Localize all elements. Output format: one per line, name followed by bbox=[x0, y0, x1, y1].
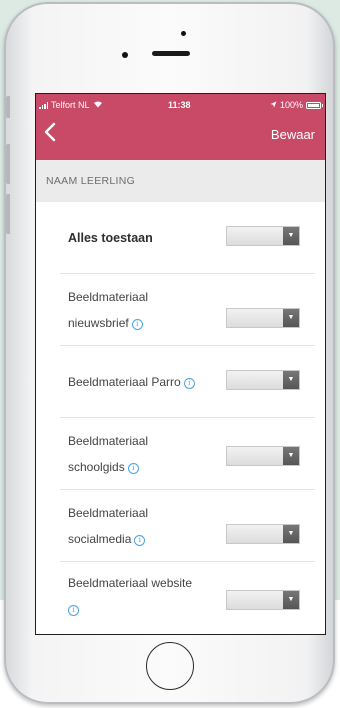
permission-select-socialmedia[interactable]: ▼ bbox=[226, 524, 300, 544]
permission-row-parro: Beeldmateriaal Parro i ▼ bbox=[60, 346, 315, 418]
permissions-list: Alles toestaan ▼ Beeldmateriaal nieuwsbri… bbox=[36, 202, 325, 634]
phone-frame: Telfort NL 11:38 100% Bewaar NAAM LEERLI… bbox=[4, 2, 335, 704]
proximity-sensor bbox=[181, 31, 186, 36]
permission-label: Beeldmateriaal nieuwsbrief i bbox=[68, 290, 149, 330]
info-icon[interactable]: i bbox=[134, 535, 146, 546]
permission-select-alles-toestaan[interactable]: ▼ bbox=[226, 226, 300, 246]
carrier-name: Telfort NL bbox=[51, 100, 90, 110]
permission-label: Beeldmateriaal Parro i bbox=[68, 369, 233, 395]
battery-icon bbox=[306, 101, 323, 109]
save-button[interactable]: Bewaar bbox=[271, 127, 315, 142]
status-time: 11:38 bbox=[168, 100, 191, 110]
chevron-down-icon: ▼ bbox=[283, 371, 299, 389]
back-button[interactable] bbox=[44, 122, 64, 146]
status-right: 100% bbox=[270, 100, 323, 110]
app-header: Telfort NL 11:38 100% Bewaar bbox=[36, 94, 325, 160]
battery-percentage: 100% bbox=[279, 100, 303, 110]
earpiece-speaker bbox=[152, 51, 190, 56]
permission-label: Beeldmateriaal socialmedia i bbox=[68, 506, 149, 546]
info-icon[interactable]: i bbox=[68, 605, 79, 616]
permission-row-alles-toestaan: Alles toestaan ▼ bbox=[60, 202, 315, 274]
status-left: Telfort NL bbox=[39, 100, 103, 110]
section-title: NAAM LEERLING bbox=[46, 175, 136, 187]
permission-select-nieuwsbrief[interactable]: ▼ bbox=[226, 308, 300, 328]
info-icon[interactable]: i bbox=[131, 319, 143, 330]
chevron-down-icon: ▼ bbox=[283, 309, 299, 327]
wifi-icon bbox=[93, 100, 103, 110]
signal-icon bbox=[39, 102, 48, 109]
chevron-left-icon bbox=[44, 122, 56, 142]
location-arrow-icon bbox=[270, 100, 277, 110]
volume-down-button bbox=[6, 194, 10, 234]
permission-label: Alles toestaan bbox=[68, 231, 153, 245]
status-bar: Telfort NL 11:38 100% bbox=[36, 97, 325, 113]
front-camera bbox=[122, 52, 128, 58]
mute-switch bbox=[6, 96, 10, 118]
chevron-down-icon: ▼ bbox=[283, 227, 299, 245]
permission-label: Beeldmateriaal website i bbox=[68, 576, 193, 616]
chevron-down-icon: ▼ bbox=[283, 591, 299, 609]
permission-label: Beeldmateriaal schoolgids i bbox=[68, 434, 149, 474]
permission-row-nieuwsbrief: Beeldmateriaal nieuwsbrief i ▼ bbox=[60, 274, 315, 346]
permission-select-parro[interactable]: ▼ bbox=[226, 370, 300, 390]
permission-row-schoolgids: Beeldmateriaal schoolgids i ▼ bbox=[60, 418, 315, 490]
info-icon[interactable]: i bbox=[127, 463, 139, 474]
permission-select-schoolgids[interactable]: ▼ bbox=[226, 446, 300, 466]
phone-screen: Telfort NL 11:38 100% Bewaar NAAM LEERLI… bbox=[35, 93, 326, 635]
home-button[interactable] bbox=[146, 642, 194, 690]
chevron-down-icon: ▼ bbox=[283, 447, 299, 465]
volume-up-button bbox=[6, 144, 10, 184]
permission-row-website: Beeldmateriaal website i ▼ bbox=[60, 562, 315, 634]
permission-select-website[interactable]: ▼ bbox=[226, 590, 300, 610]
section-header: NAAM LEERLING bbox=[36, 160, 325, 202]
info-icon[interactable]: i bbox=[183, 378, 195, 389]
chevron-down-icon: ▼ bbox=[283, 525, 299, 543]
permission-row-socialmedia: Beeldmateriaal socialmedia i ▼ bbox=[60, 490, 315, 562]
